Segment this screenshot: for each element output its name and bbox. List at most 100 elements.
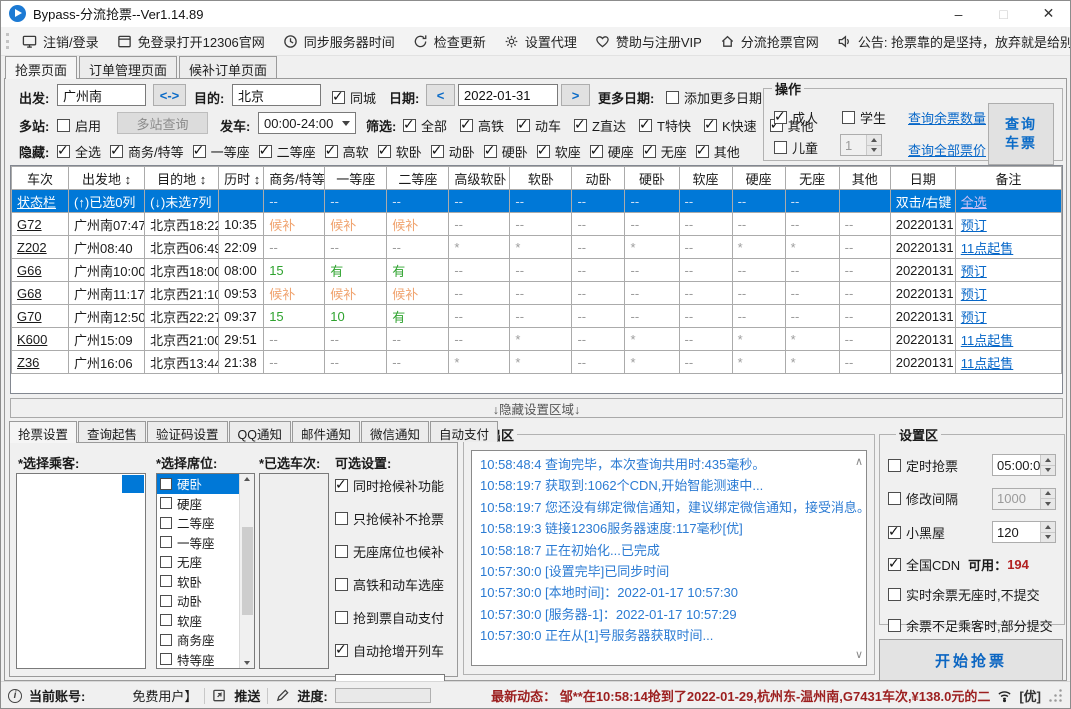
scroll-down-icon[interactable]: ∨ <box>855 648 863 661</box>
filter-dongche-checkbox[interactable]: 动车 <box>517 116 561 135</box>
seat-item[interactable]: 特等座 <box>157 650 239 669</box>
col-header-date[interactable]: 日期 <box>889 166 956 190</box>
tab-captcha-settings[interactable]: 验证码设置 <box>147 421 228 442</box>
tab-waitlist-orders[interactable]: 候补订单页面 <box>179 56 278 78</box>
book-link[interactable]: 11点起售 <box>961 333 1014 348</box>
seat-item[interactable]: 二等座 <box>157 513 239 533</box>
col-header-depart[interactable]: 出发地 ↕ <box>68 166 146 190</box>
hide-selectall-checkbox[interactable]: 全选 <box>57 142 101 161</box>
table-row[interactable]: Z36 广州16:06 北京西13:44 21:38 -- -- -- * * … <box>11 350 1062 374</box>
train-link[interactable]: G68 <box>17 286 42 301</box>
passenger-listbox[interactable] <box>16 473 146 669</box>
select-all-link[interactable]: 全选 <box>961 195 987 210</box>
add-more-dates-checkbox[interactable]: 添加更多日期 <box>666 88 762 107</box>
same-city-checkbox[interactable]: 同城 <box>332 88 376 107</box>
seat-item[interactable]: 一等座 <box>157 533 239 553</box>
no-standing-checkbox[interactable]: 实时余票无座时,不提交 <box>888 585 1040 604</box>
spin-down-icon[interactable] <box>1041 498 1055 509</box>
output-log[interactable]: 10:58:48:4 查询完毕，本次查询共用时:435毫秒。 10:58:19:… <box>471 450 867 666</box>
multi-station-query-button[interactable]: 多站查询 <box>117 112 208 134</box>
selected-trains-listbox[interactable] <box>259 473 329 669</box>
hide-ruanwo-checkbox[interactable]: 软卧 <box>377 142 422 161</box>
filter-all-checkbox[interactable]: 全部 <box>403 116 447 135</box>
close-button[interactable]: ✕ <box>1026 0 1071 27</box>
book-link[interactable]: 11点起售 <box>961 356 1014 371</box>
tab-wechat-notify[interactable]: 微信通知 <box>361 421 430 442</box>
tab-order-management[interactable]: 订单管理页面 <box>79 56 178 78</box>
spinner-arrows[interactable] <box>866 135 881 155</box>
timed-grab-checkbox[interactable]: 定时抢票 <box>888 456 958 475</box>
seat-item[interactable]: 动卧 <box>157 591 239 611</box>
hide-second-checkbox[interactable]: 二等座 <box>258 142 316 161</box>
col-header-hard-sleeper[interactable]: 硬卧 <box>624 166 680 190</box>
table-row[interactable]: K600 广州15:09 北京西21:00 29:51 -- -- -- -- … <box>11 327 1062 351</box>
checkbox-box[interactable] <box>160 575 172 588</box>
col-header-emu-sleeper[interactable]: 动卧 <box>571 166 626 190</box>
checkbox-box[interactable] <box>160 555 172 568</box>
col-header-note[interactable]: 备注 <box>954 166 1062 190</box>
checkbox-box[interactable] <box>160 614 172 627</box>
option-grab-extra-trains[interactable]: 自动抢增开列车 <box>335 641 457 660</box>
prev-date-button[interactable]: < <box>426 84 455 106</box>
col-header-soft-seat[interactable]: 软座 <box>678 166 733 190</box>
filter-tekuai-checkbox[interactable]: T特快 <box>639 116 691 135</box>
table-row[interactable]: G72 广州南07:47 北京西18:22 10:35 候补 候补 候补 -- … <box>11 212 1062 236</box>
checkbox-box[interactable] <box>160 594 172 607</box>
timed-grab-spinner[interactable]: 05:00:00 <box>992 454 1056 476</box>
child-checkbox[interactable]: 儿童 <box>774 138 818 157</box>
checkbox-box[interactable] <box>160 653 172 666</box>
hide-dongwo-checkbox[interactable]: 动卧 <box>430 142 475 161</box>
sync-server-time-button[interactable]: 同步服务器时间 <box>274 27 404 55</box>
sponsor-vip-button[interactable]: 赞助与注册VIP <box>586 27 711 55</box>
col-header-standing[interactable]: 无座 <box>784 166 840 190</box>
checkbox-box[interactable] <box>160 477 172 490</box>
hide-other-checkbox[interactable]: 其他 <box>695 142 740 161</box>
spin-up-icon[interactable] <box>1041 488 1055 498</box>
book-link[interactable]: 预订 <box>961 310 987 325</box>
table-row[interactable]: G66 广州南10:00 北京西18:00 08:00 15 有 有 -- --… <box>11 258 1062 282</box>
table-row[interactable]: Z202 广州08:40 北京西06:49 22:09 -- -- -- * *… <box>11 235 1062 259</box>
spin-up-icon[interactable] <box>867 135 881 145</box>
train-link[interactable]: G72 <box>17 217 42 232</box>
option-choose-seat[interactable]: 高铁和动车选座 <box>335 575 457 594</box>
depart-input[interactable]: 广州南 <box>57 84 146 106</box>
maximize-button[interactable]: □ <box>981 0 1026 27</box>
hide-wuzuo-checkbox[interactable]: 无座 <box>642 142 687 161</box>
date-input[interactable]: 2022-01-31 <box>458 84 558 106</box>
blackroom-checkbox[interactable]: 小黑屋 <box>888 523 945 542</box>
col-header-first[interactable]: 一等座 <box>324 166 388 190</box>
swap-stations-button[interactable]: <-> <box>153 84 186 106</box>
train-link[interactable]: G70 <box>17 309 42 324</box>
checkbox-box[interactable] <box>160 633 172 646</box>
hide-first-checkbox[interactable]: 一等座 <box>192 142 250 161</box>
tab-email-notify[interactable]: 邮件通知 <box>292 421 361 442</box>
filter-zhida-checkbox[interactable]: Z直达 <box>574 116 626 135</box>
tab-grab-settings[interactable]: 抢票设置 <box>9 421 78 443</box>
col-header-deluxe-sleeper[interactable]: 高级软卧 <box>448 166 511 190</box>
spin-up-icon[interactable] <box>1041 522 1055 532</box>
col-header-dest[interactable]: 目的地 ↕ <box>144 166 220 190</box>
scroll-up-icon[interactable] <box>244 477 250 481</box>
spin-down-icon[interactable] <box>1041 464 1055 475</box>
checkbox-box[interactable] <box>160 497 172 510</box>
check-update-button[interactable]: 检查更新 <box>404 27 495 55</box>
table-row[interactable]: G70 广州南12:50 北京西22:27 09:37 15 10 有 -- -… <box>11 304 1062 328</box>
partial-submit-checkbox[interactable]: 余票不足乘客时,部分提交 <box>888 616 1053 635</box>
checkbox-box[interactable] <box>160 536 172 549</box>
query-all-prices-link[interactable]: 查询全部票价 <box>908 140 986 159</box>
seat-item[interactable]: 商务座 <box>157 630 239 650</box>
status-bar-link[interactable]: 状态栏 <box>17 195 56 210</box>
col-header-other[interactable]: 其他 <box>838 166 891 190</box>
hide-settings-bar[interactable]: ↓隐藏设置区域↓ <box>10 398 1063 418</box>
spinner-arrows[interactable] <box>1040 455 1055 475</box>
enable-multi-checkbox[interactable]: 启用 <box>57 116 101 135</box>
col-header-soft-sleeper[interactable]: 软卧 <box>509 166 573 190</box>
set-proxy-button[interactable]: 设置代理 <box>495 27 586 55</box>
book-link[interactable]: 预订 <box>961 287 987 302</box>
spinner-arrows[interactable] <box>1040 522 1055 542</box>
query-remaining-link[interactable]: 查询余票数量 <box>908 108 986 127</box>
spin-down-icon[interactable] <box>1041 531 1055 542</box>
filter-gaotie-checkbox[interactable]: 高铁 <box>460 116 504 135</box>
interval-checkbox[interactable]: 修改间隔 <box>888 489 958 508</box>
spin-down-icon[interactable] <box>867 144 881 155</box>
